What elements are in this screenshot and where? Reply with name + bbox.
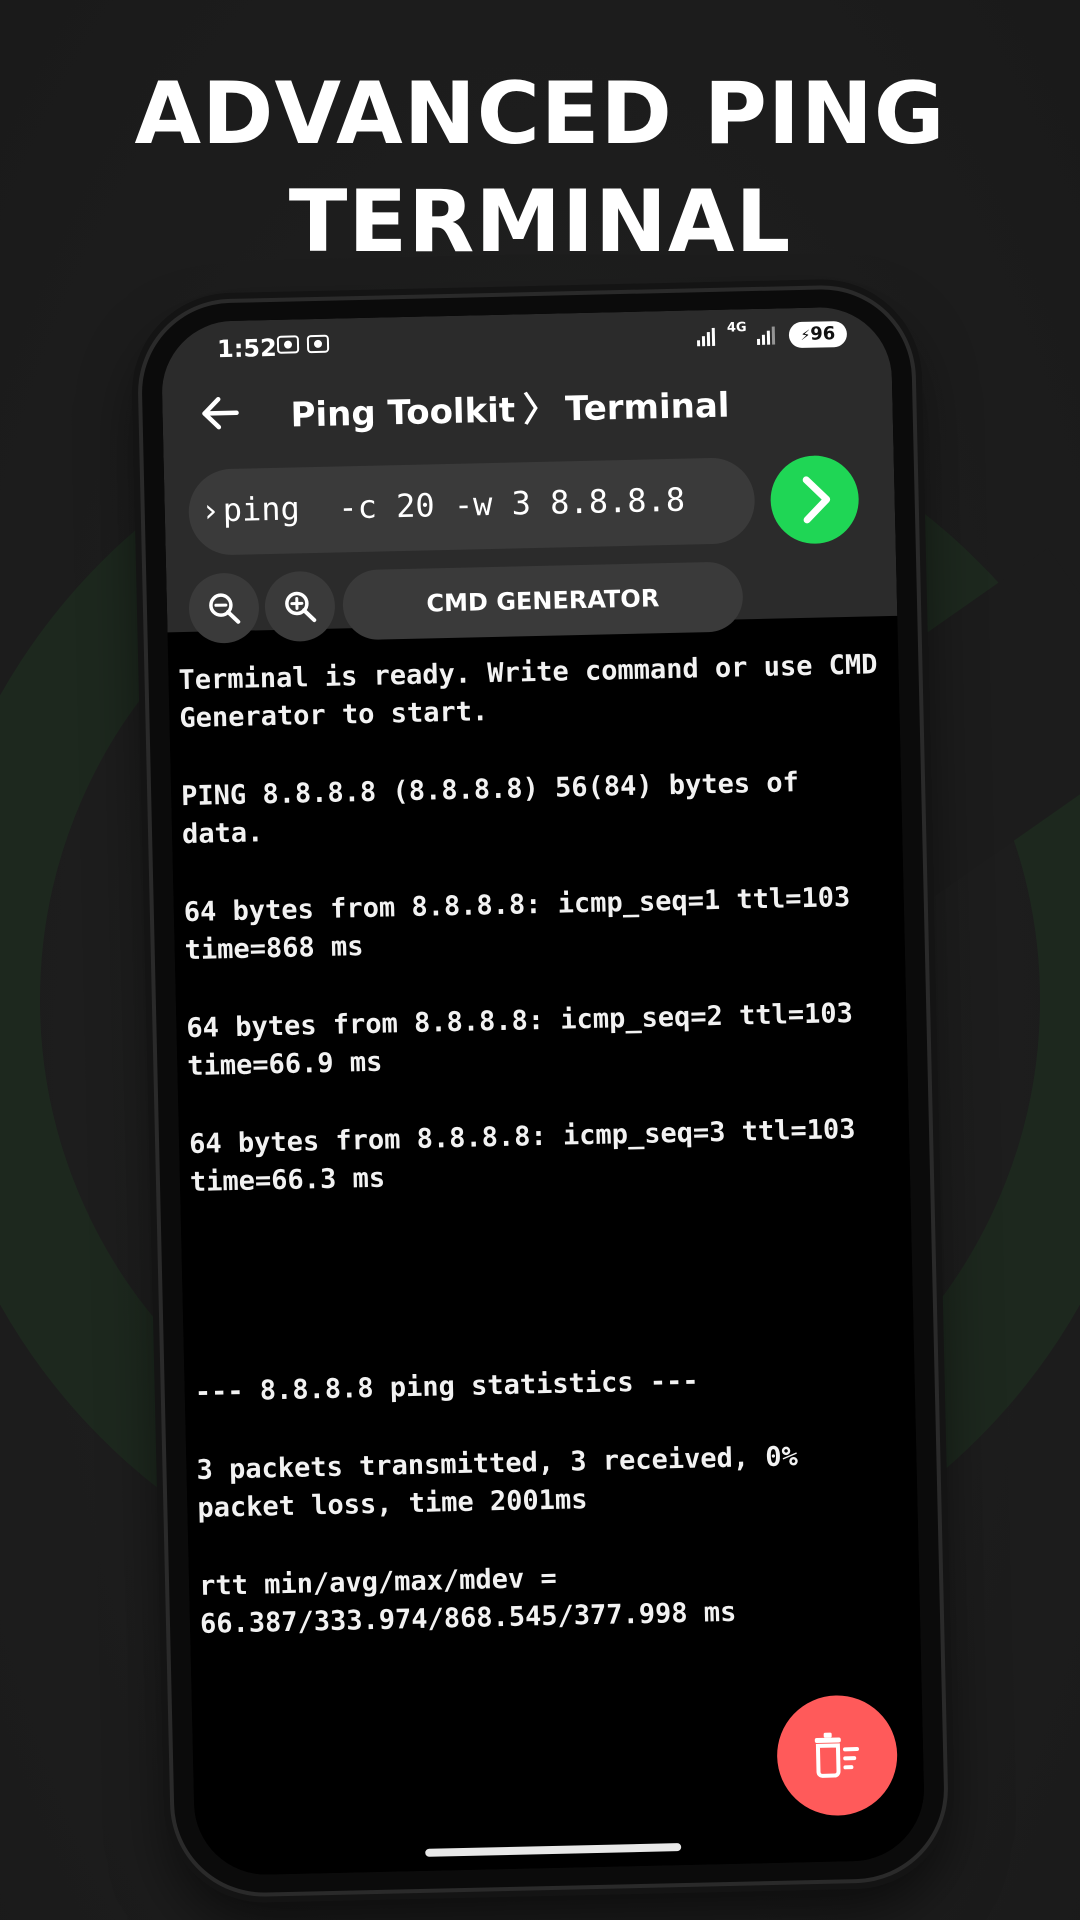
- command-prompt: ›: [200, 491, 221, 530]
- run-command-button[interactable]: [769, 454, 860, 545]
- terminal-output: Terminal is ready. Write command or use …: [168, 645, 926, 1877]
- breadcrumb-separator: 〉: [522, 389, 558, 431]
- phone-frame: 1:52 4G ⚡96 Ping Toolkit 〉 Terminal › pi…: [140, 287, 946, 1895]
- phone-screen: 1:52 4G ⚡96 Ping Toolkit 〉 Terminal › pi…: [160, 305, 926, 1877]
- zoom-in-button[interactable]: [264, 570, 336, 643]
- zoom-in-icon: [285, 591, 317, 623]
- signal-2-icon: [756, 326, 779, 345]
- rtt-line: rtt min/avg/max/mdev = 66.387/333.974/86…: [198, 1562, 737, 1640]
- command-row: › ping -c 20 -w 3 8.8.8.8: [164, 454, 896, 561]
- network-type: 4G: [726, 320, 747, 336]
- app-bar: Ping Toolkit 〉 Terminal: [162, 358, 894, 455]
- tool-row: CMD GENERATOR: [166, 558, 897, 645]
- promo-headline: ADVANCED PING TERMINAL: [0, 60, 1080, 276]
- cmd-generator-button[interactable]: CMD GENERATOR: [342, 561, 744, 641]
- headline-line-1: ADVANCED PING: [134, 64, 946, 164]
- headline-line-2: TERMINAL: [288, 172, 792, 272]
- app-title-main: Ping Toolkit: [290, 390, 516, 436]
- clear-all-icon: [814, 1732, 860, 1778]
- screen-capture-icon: [306, 334, 330, 354]
- battery-level: 96: [810, 323, 836, 345]
- zoom-out-button[interactable]: [188, 572, 260, 644]
- status-time: 1:52: [216, 333, 278, 364]
- app-title: Ping Toolkit 〉 Terminal: [290, 378, 730, 437]
- screen-record-icon: [276, 335, 300, 354]
- zoom-out-icon: [209, 593, 241, 624]
- promo-page: ADVANCED PING TERMINAL 1:52 4G ⚡96 Ping …: [0, 0, 1080, 1920]
- chevron-right-icon: [802, 476, 831, 524]
- battery-indicator: ⚡96: [788, 320, 848, 349]
- app-title-sub: Terminal: [564, 385, 730, 430]
- top-panel: 1:52 4G ⚡96 Ping Toolkit 〉 Terminal › pi…: [160, 305, 898, 644]
- back-arrow-icon[interactable]: [196, 389, 245, 438]
- signal-1-icon: [697, 327, 719, 347]
